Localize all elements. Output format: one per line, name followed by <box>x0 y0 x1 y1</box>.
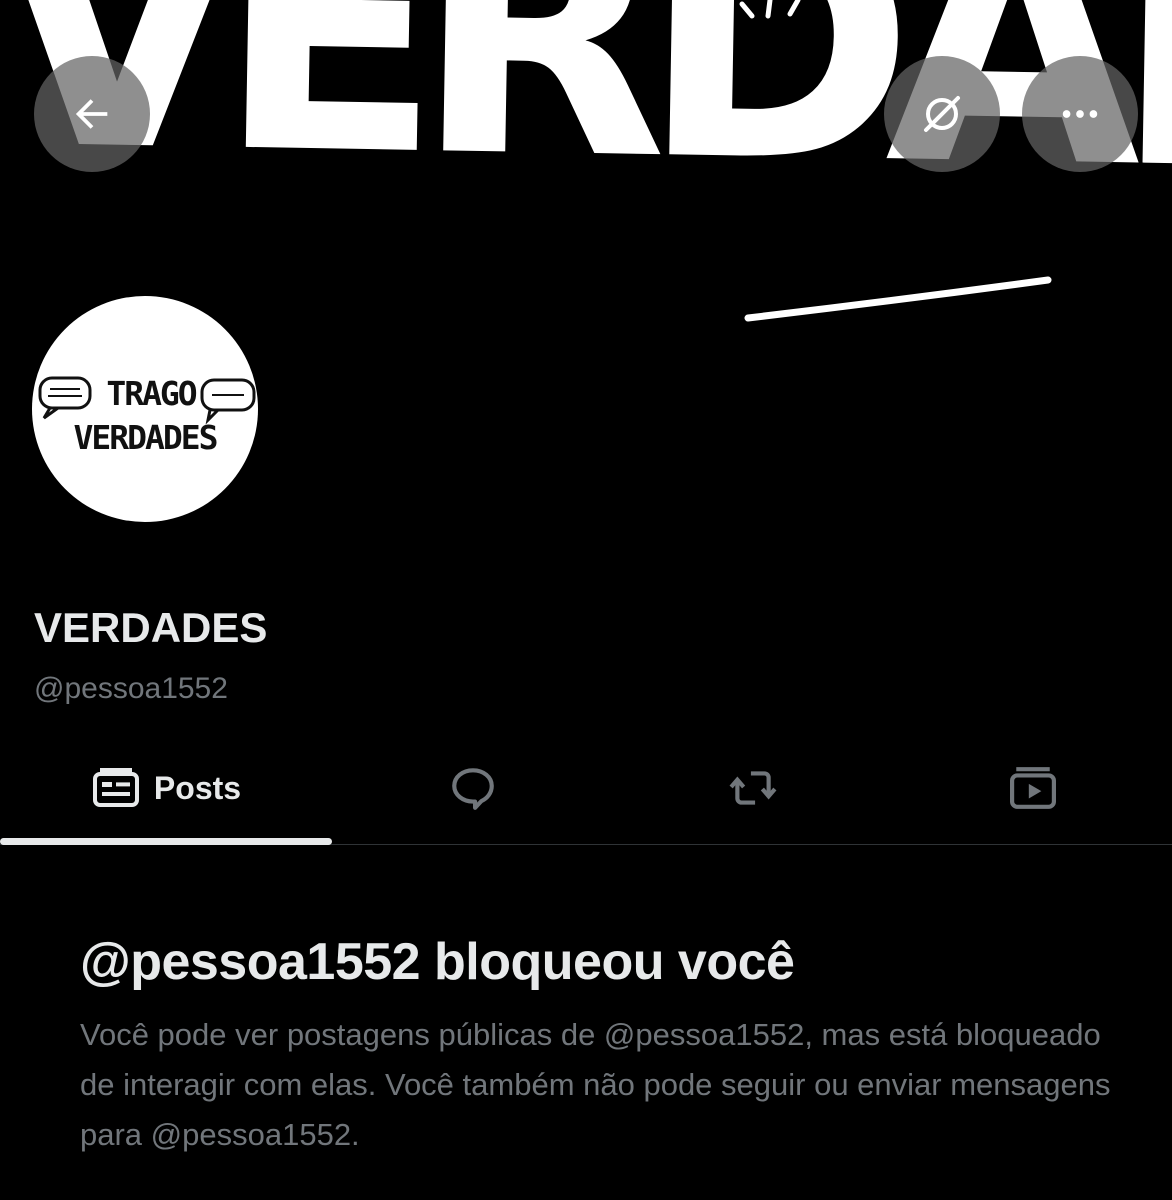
more-horizontal-icon <box>1062 110 1098 118</box>
repost-icon <box>729 771 776 805</box>
banner-decoration <box>739 0 1052 322</box>
avatar-image: TRAGO VERDADES <box>32 296 258 522</box>
media-icon <box>1009 767 1056 809</box>
grok-icon <box>924 96 960 132</box>
profile-banner: VERDADES! <box>0 0 1172 325</box>
grok-button[interactable] <box>884 56 1000 172</box>
blocked-description: Você pode ver postagens públicas de @pes… <box>80 1017 1111 1152</box>
profile-handle: @pessoa1552 <box>34 672 228 705</box>
tab-replies[interactable] <box>326 732 619 844</box>
profile-avatar[interactable]: TRAGO VERDADES <box>28 292 262 526</box>
profile-name: VERDADES <box>34 604 268 651</box>
speech-bubble-icon <box>451 768 494 810</box>
arrow-left-icon <box>75 99 108 129</box>
avatar-text-line1: TRAGO <box>106 374 197 413</box>
more-button[interactable] <box>1022 56 1138 172</box>
posts-icon <box>92 768 139 807</box>
back-button[interactable] <box>34 56 150 172</box>
tab-posts-label: Posts <box>153 769 242 806</box>
avatar-text-line2: VERDADES <box>73 418 219 457</box>
profile-tabs: Posts <box>0 732 1172 845</box>
blocked-title: @pessoa1552 bloqueou você <box>80 933 795 991</box>
tab-reposts[interactable] <box>606 732 899 844</box>
tab-posts[interactable]: Posts <box>20 732 313 844</box>
tab-media[interactable] <box>886 732 1172 844</box>
active-tab-indicator <box>0 838 332 845</box>
